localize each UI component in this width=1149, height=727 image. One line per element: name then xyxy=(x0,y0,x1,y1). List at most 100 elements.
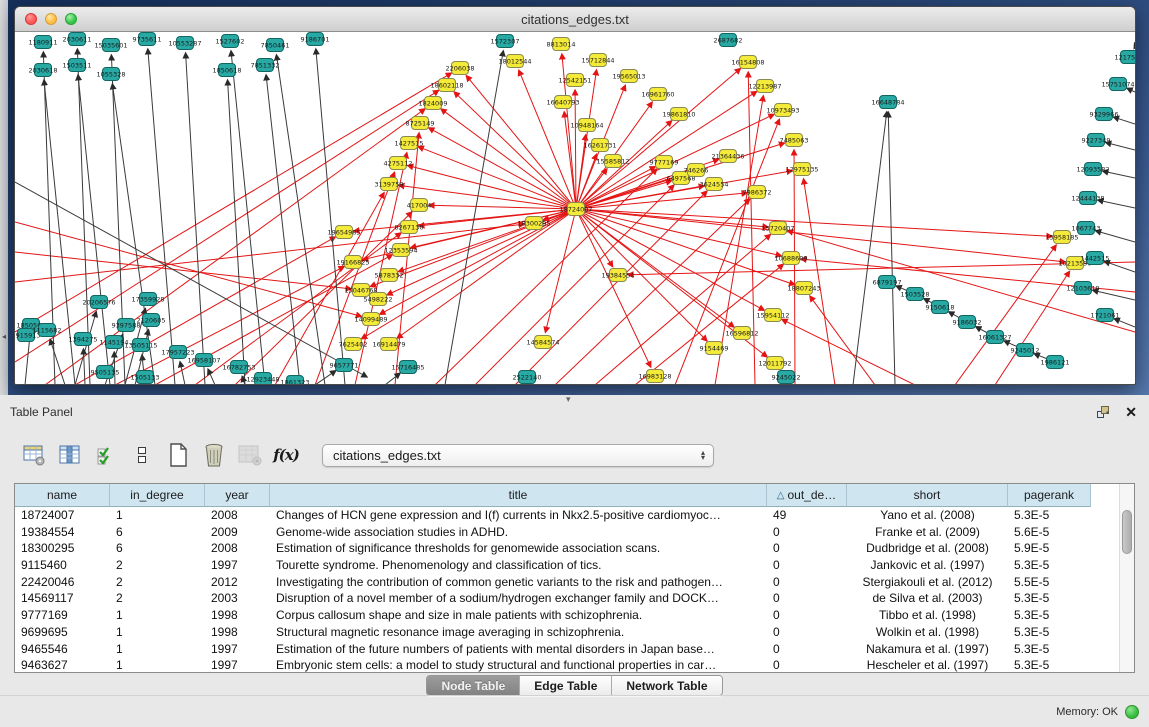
graph-node[interactable]: 7850461 xyxy=(261,39,290,52)
table-row[interactable]: 969969511998Structural magnetic resonanc… xyxy=(15,624,1134,641)
graph-node[interactable]: 1824009 xyxy=(419,97,448,110)
graph-node[interactable]: 18012544 xyxy=(498,55,531,68)
graph-node[interactable]: 9735611 xyxy=(133,33,162,46)
graph-node[interactable]: 12923448 xyxy=(246,373,279,385)
network-table-selector[interactable]: citations_edges.txt ▴▾ xyxy=(322,444,714,467)
graph-node[interactable]: 17359928 xyxy=(131,293,164,306)
column-header-year[interactable]: year xyxy=(205,484,270,507)
graph-node[interactable]: 1055328 xyxy=(97,68,126,81)
network-canvas[interactable]: 1872400788130141571284419565013169617601… xyxy=(15,32,1135,384)
table-row[interactable]: 1456911722003Disruption of a novel membe… xyxy=(15,590,1134,607)
graph-node[interactable]: 16261731 xyxy=(583,139,616,152)
graph-node[interactable]: 12213987 xyxy=(748,80,781,93)
memory-status-icon[interactable] xyxy=(1125,705,1139,719)
graph-node[interactable]: 1180911 xyxy=(29,36,58,49)
table-row[interactable]: 911546021997Tourette syndrome. Phenomeno… xyxy=(15,557,1134,574)
graph-node[interactable]: 12093582 xyxy=(1076,163,1109,176)
column-header-in_degree[interactable]: in_degree xyxy=(110,484,205,507)
table-row[interactable]: 1872400712008Changes of HCN gene express… xyxy=(15,507,1134,524)
graph-node[interactable]: 8267130 xyxy=(395,221,424,234)
graph-node[interactable]: 1850618 xyxy=(213,64,242,77)
graph-node[interactable]: 15035601 xyxy=(94,39,127,52)
close-button[interactable] xyxy=(25,13,37,25)
graph-node[interactable]: 15585812 xyxy=(596,155,629,168)
new-table-icon[interactable] xyxy=(164,441,192,469)
graph-node[interactable]: 1217563 xyxy=(1115,51,1135,64)
graph-node[interactable]: 16648784 xyxy=(871,96,904,109)
graph-node[interactable]: 16782753 xyxy=(222,361,255,374)
graph-node[interactable]: 12444138 xyxy=(1071,192,1104,205)
table-row[interactable]: 946554611997Estimation of the future num… xyxy=(15,641,1134,658)
graph-node[interactable]: 2687682 xyxy=(714,34,743,47)
graph-node[interactable]: 15712844 xyxy=(581,54,614,67)
graph-node[interactable]: 8725149 xyxy=(406,117,435,130)
table-scrollbar-thumb[interactable] xyxy=(1122,510,1132,554)
graph-node[interactable]: 7485063 xyxy=(780,134,809,147)
table-row[interactable]: 2242004622012Investigating the contribut… xyxy=(15,574,1134,591)
graph-node[interactable]: 9186032 xyxy=(953,316,982,329)
tab-edge-table[interactable]: Edge Table xyxy=(520,676,612,695)
graph-node[interactable]: 10688609 xyxy=(774,252,807,265)
graph-node[interactable]: 8813014 xyxy=(547,38,576,51)
graph-node[interactable]: 1527602 xyxy=(216,35,245,48)
column-header-title[interactable]: title xyxy=(270,484,767,507)
column-header-name[interactable]: name xyxy=(15,484,110,507)
graph-node[interactable]: 10553287 xyxy=(168,37,201,50)
graph-node[interactable]: 16983128 xyxy=(638,370,671,383)
graph-node[interactable]: 4275112 xyxy=(384,157,413,170)
graph-node[interactable]: 9150618 xyxy=(926,301,955,314)
tab-node-table[interactable]: Node Table xyxy=(427,676,520,695)
graph-node[interactable]: 1427515 xyxy=(395,137,424,150)
graph-node[interactable]: 15954112 xyxy=(756,309,789,322)
float-panel-icon[interactable] xyxy=(1096,405,1111,420)
graph-node[interactable]: 9777169 xyxy=(650,156,679,169)
zoom-button[interactable] xyxy=(65,13,77,25)
graph-node[interactable]: 1505133 xyxy=(131,371,160,384)
table-row[interactable]: 1830029562008Estimation of significance … xyxy=(15,540,1134,557)
graph-node[interactable]: 1503511 xyxy=(63,59,92,72)
graph-node[interactable]: 2206038 xyxy=(446,62,475,75)
graph-node[interactable]: 12542151 xyxy=(558,74,591,87)
column-header-pagerank[interactable]: pagerank xyxy=(1008,484,1091,507)
graph-node[interactable]: 7851332 xyxy=(251,59,280,72)
graph-node[interactable]: 13505115 xyxy=(124,339,157,352)
graph-node[interactable]: 12353594 xyxy=(384,244,417,257)
graph-node[interactable]: 5498222 xyxy=(364,293,393,306)
table-settings-icon[interactable] xyxy=(20,441,48,469)
graph-node[interactable]: 16640793 xyxy=(546,96,579,109)
panel-collapse-handle[interactable]: ◂ xyxy=(0,330,8,344)
column-header-short[interactable]: short xyxy=(847,484,1008,507)
row-height-icon[interactable] xyxy=(128,441,156,469)
graph-node[interactable]: 3624554 xyxy=(700,178,729,191)
graph-node[interactable]: 15958185 xyxy=(1045,231,1078,244)
graph-node[interactable]: 16914479 xyxy=(372,338,405,351)
column-header-out_degree[interactable]: △out_de… xyxy=(767,484,847,507)
graph-node[interactable]: 14584574 xyxy=(526,336,559,349)
graph-node[interactable]: 417004 xyxy=(407,199,432,212)
graph-node[interactable]: 16961760 xyxy=(641,88,674,101)
trash-icon[interactable] xyxy=(200,441,228,469)
graph-node[interactable]: 19384554 xyxy=(601,269,634,282)
delete-table-icon[interactable] xyxy=(236,441,264,469)
graph-node[interactable]: 1861323 xyxy=(281,376,310,385)
graph-node[interactable]: 9245022 xyxy=(772,371,801,384)
close-panel-icon[interactable]: ✕ xyxy=(1125,404,1137,421)
graph-node[interactable]: 12011792 xyxy=(758,357,791,370)
graph-node[interactable]: 1503528 xyxy=(901,288,930,301)
graph-node[interactable]: 9227349 xyxy=(1082,134,1111,147)
graph-node[interactable]: 9186701 xyxy=(301,33,330,46)
graph-node[interactable]: 2030611 xyxy=(63,33,92,46)
graph-node[interactable]: 2030618 xyxy=(29,64,58,77)
minimize-button[interactable] xyxy=(45,13,57,25)
graph-node[interactable]: 1572307 xyxy=(491,35,520,48)
graph-node[interactable]: 19166825 xyxy=(336,256,369,269)
show-column-icon[interactable] xyxy=(56,441,84,469)
table-scrollbar[interactable] xyxy=(1119,484,1134,672)
graph-node[interactable]: 16154808 xyxy=(731,56,764,69)
graph-node[interactable]: 12975135 xyxy=(785,163,818,176)
table-row[interactable]: 946362711997Embryonic stem cells: a mode… xyxy=(15,657,1134,673)
column-checklist-icon[interactable] xyxy=(92,441,120,469)
tab-network-table[interactable]: Network Table xyxy=(612,676,721,695)
table-row[interactable]: 1938455462009Genome-wide association stu… xyxy=(15,524,1134,541)
graph-node[interactable]: 1986121 xyxy=(1041,356,1070,369)
